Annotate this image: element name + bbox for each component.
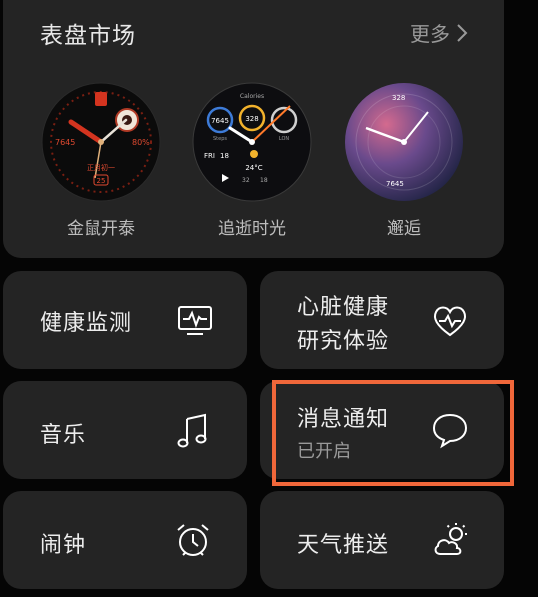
tile-music-label: 音乐 xyxy=(40,423,87,448)
music-note-icon xyxy=(177,413,207,448)
watchface-jinshu-label: 金鼠开泰 xyxy=(67,219,135,239)
tile-weather-label: 天气推送 xyxy=(297,533,390,558)
chevron-right-icon xyxy=(457,23,468,42)
watch1-date-text: 正月初一 xyxy=(87,163,115,172)
watchface-jinshu-graphic: 7645 80% 正月初一 25 xyxy=(41,82,161,202)
watchface-jinshu[interactable]: 7645 80% 正月初一 25 xyxy=(41,82,161,202)
tile-notifications[interactable]: 消息通知 已开启 xyxy=(260,381,504,479)
watchface-market-card: 表盘市场 更多 7645 80% 正月初一 25 金鼠开泰 Calories 7… xyxy=(3,0,504,258)
tile-music[interactable]: 音乐 xyxy=(3,381,247,479)
heart-pulse-icon xyxy=(433,306,467,337)
watchface-xiehou-graphic: 328 7645 xyxy=(345,83,463,201)
watchface-zhuishi-label: 追逝时光 xyxy=(218,219,286,239)
watch-settings-screen: 表盘市场 更多 7645 80% 正月初一 25 金鼠开泰 Calories 7… xyxy=(0,0,538,597)
watch2-left-value: 7645 xyxy=(211,117,229,125)
tile-notify-label: 消息通知 xyxy=(297,407,390,432)
alarm-clock-icon xyxy=(177,524,209,556)
watch2-top-label: Calories xyxy=(240,93,264,100)
watch1-steps: 7645 xyxy=(55,138,75,147)
watch2-date-num: 18 xyxy=(220,152,229,160)
watch1-day: 25 xyxy=(97,177,106,185)
watch3-bottom-value: 7645 xyxy=(386,180,404,188)
weather-cloud-sun-icon xyxy=(434,523,467,555)
tile-health-label: 健康监测 xyxy=(40,311,133,336)
watchface-zhuishi[interactable]: Calories 7645 Steps 328 LON FRI 18 24°C … xyxy=(192,82,312,202)
watch2-date-text: FRI xyxy=(204,152,215,160)
tile-weather[interactable]: 天气推送 xyxy=(260,491,504,589)
watch1-battery: 80% xyxy=(132,138,150,147)
watch2-right-caption: LON xyxy=(279,136,290,142)
tile-heart-label-line2: 研究体验 xyxy=(297,329,390,354)
watchface-xiehou[interactable]: 328 7645 xyxy=(344,82,464,202)
tile-alarm-label: 闹钟 xyxy=(40,533,87,558)
watch2-sub1: 32 xyxy=(242,177,250,184)
tile-notify-status: 已开启 xyxy=(297,441,351,462)
watch2-left-caption: Steps xyxy=(213,136,227,142)
chat-bubble-icon xyxy=(432,413,468,449)
watchface-zhuishi-graphic: Calories 7645 Steps 328 LON FRI 18 24°C … xyxy=(192,82,312,202)
tile-alarm[interactable]: 闹钟 xyxy=(3,491,247,589)
tile-heart-label-line1: 心脏健康 xyxy=(297,295,390,320)
watch3-top-value: 328 xyxy=(392,94,405,102)
health-monitor-icon xyxy=(178,306,212,335)
tile-health-monitor[interactable]: 健康监测 xyxy=(3,271,247,369)
more-link[interactable]: 更多 xyxy=(410,18,468,47)
market-title: 表盘市场 xyxy=(40,23,136,49)
watch2-sub2: 18 xyxy=(260,177,268,184)
more-label: 更多 xyxy=(410,22,450,46)
tile-heart-health[interactable]: 心脏健康 研究体验 xyxy=(260,271,504,369)
watch2-center-value: 328 xyxy=(245,115,258,123)
watch2-temp: 24°C xyxy=(245,164,262,172)
watchface-xiehou-label: 邂逅 xyxy=(387,219,421,239)
